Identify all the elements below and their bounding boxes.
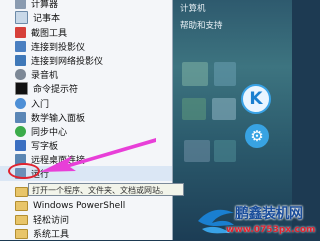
desktop-tile	[184, 140, 210, 162]
desktop-tile	[212, 98, 236, 120]
folder-icon	[15, 214, 28, 225]
folder-icon	[15, 228, 28, 239]
menu-item-label: 轻松访问	[33, 216, 70, 226]
watermark-brand: 鹏鑫装机网	[235, 206, 303, 222]
network-projector-icon	[15, 55, 26, 66]
start-menu-programs: 计算器 记事本 截图工具 连接到投影仪 连接到网络投影仪 录音机 命令提示符 入…	[0, 0, 173, 240]
menu-item-label: 连接到网络投影仪	[31, 57, 104, 67]
gear-icon[interactable]: ⚙	[245, 124, 269, 148]
computer-link[interactable]: 计算机	[180, 2, 206, 14]
highlight-ring-annotation	[8, 163, 40, 179]
menu-item-label: 截图工具	[31, 29, 68, 39]
snipping-tool-icon	[15, 27, 26, 38]
menu-item-command-prompt[interactable]: 命令提示符	[0, 81, 172, 96]
math-input-icon	[15, 112, 26, 123]
folder-icon	[15, 186, 28, 197]
menu-item-label: 入门	[31, 100, 50, 110]
desktop-tile	[214, 62, 236, 86]
k-app-icon[interactable]: K	[241, 84, 271, 114]
menu-item-sound-recorder[interactable]: 录音机	[0, 67, 172, 82]
wordpad-icon	[15, 140, 26, 151]
watermark-url: www.0753px.com	[226, 225, 316, 235]
menu-item-label: 记事本	[33, 14, 61, 24]
desktop-tile	[182, 62, 208, 86]
menu-folder-system-tools[interactable]: 系统工具	[0, 226, 172, 241]
menu-item-label: 连接到投影仪	[31, 43, 86, 53]
menu-item-notepad[interactable]: 记事本	[0, 10, 172, 25]
menu-item-connect-projector[interactable]: 连接到投影仪	[0, 39, 172, 54]
menu-item-label: 命令提示符	[33, 85, 79, 95]
menu-item-label: 计算器	[31, 0, 59, 10]
menu-item-label: 系统工具	[33, 230, 70, 240]
menu-item-label: 数学输入面板	[31, 114, 86, 124]
menu-folder-powershell[interactable]: Windows PowerShell	[0, 198, 172, 213]
menu-item-label: Windows PowerShell	[33, 200, 126, 211]
calculator-icon	[15, 0, 26, 9]
folder-icon	[15, 200, 28, 211]
pointer-arrow-annotation	[40, 138, 156, 172]
projector-icon	[15, 41, 26, 52]
menu-item-math-input[interactable]: 数学输入面板	[0, 110, 172, 125]
getting-started-icon	[15, 98, 26, 109]
help-and-support-link[interactable]: 帮助和支持	[180, 19, 223, 31]
menu-item-getting-started[interactable]: 入门	[0, 96, 172, 111]
notepad-icon	[15, 11, 28, 24]
microphone-icon	[15, 69, 26, 80]
menu-item-network-projector[interactable]: 连接到网络投影仪	[0, 53, 172, 68]
menu-item-snipping-tool[interactable]: 截图工具	[0, 25, 172, 40]
menu-item-label: 录音机	[31, 71, 59, 81]
desktop-tile	[182, 98, 206, 120]
command-prompt-icon	[15, 82, 28, 95]
run-tooltip: 打开一个程序、文件夹、文档或网站。	[28, 183, 184, 196]
menu-folder-ease-of-access[interactable]: 轻松访问	[0, 212, 172, 227]
sync-center-icon	[15, 126, 26, 137]
desktop-tile	[214, 140, 236, 162]
